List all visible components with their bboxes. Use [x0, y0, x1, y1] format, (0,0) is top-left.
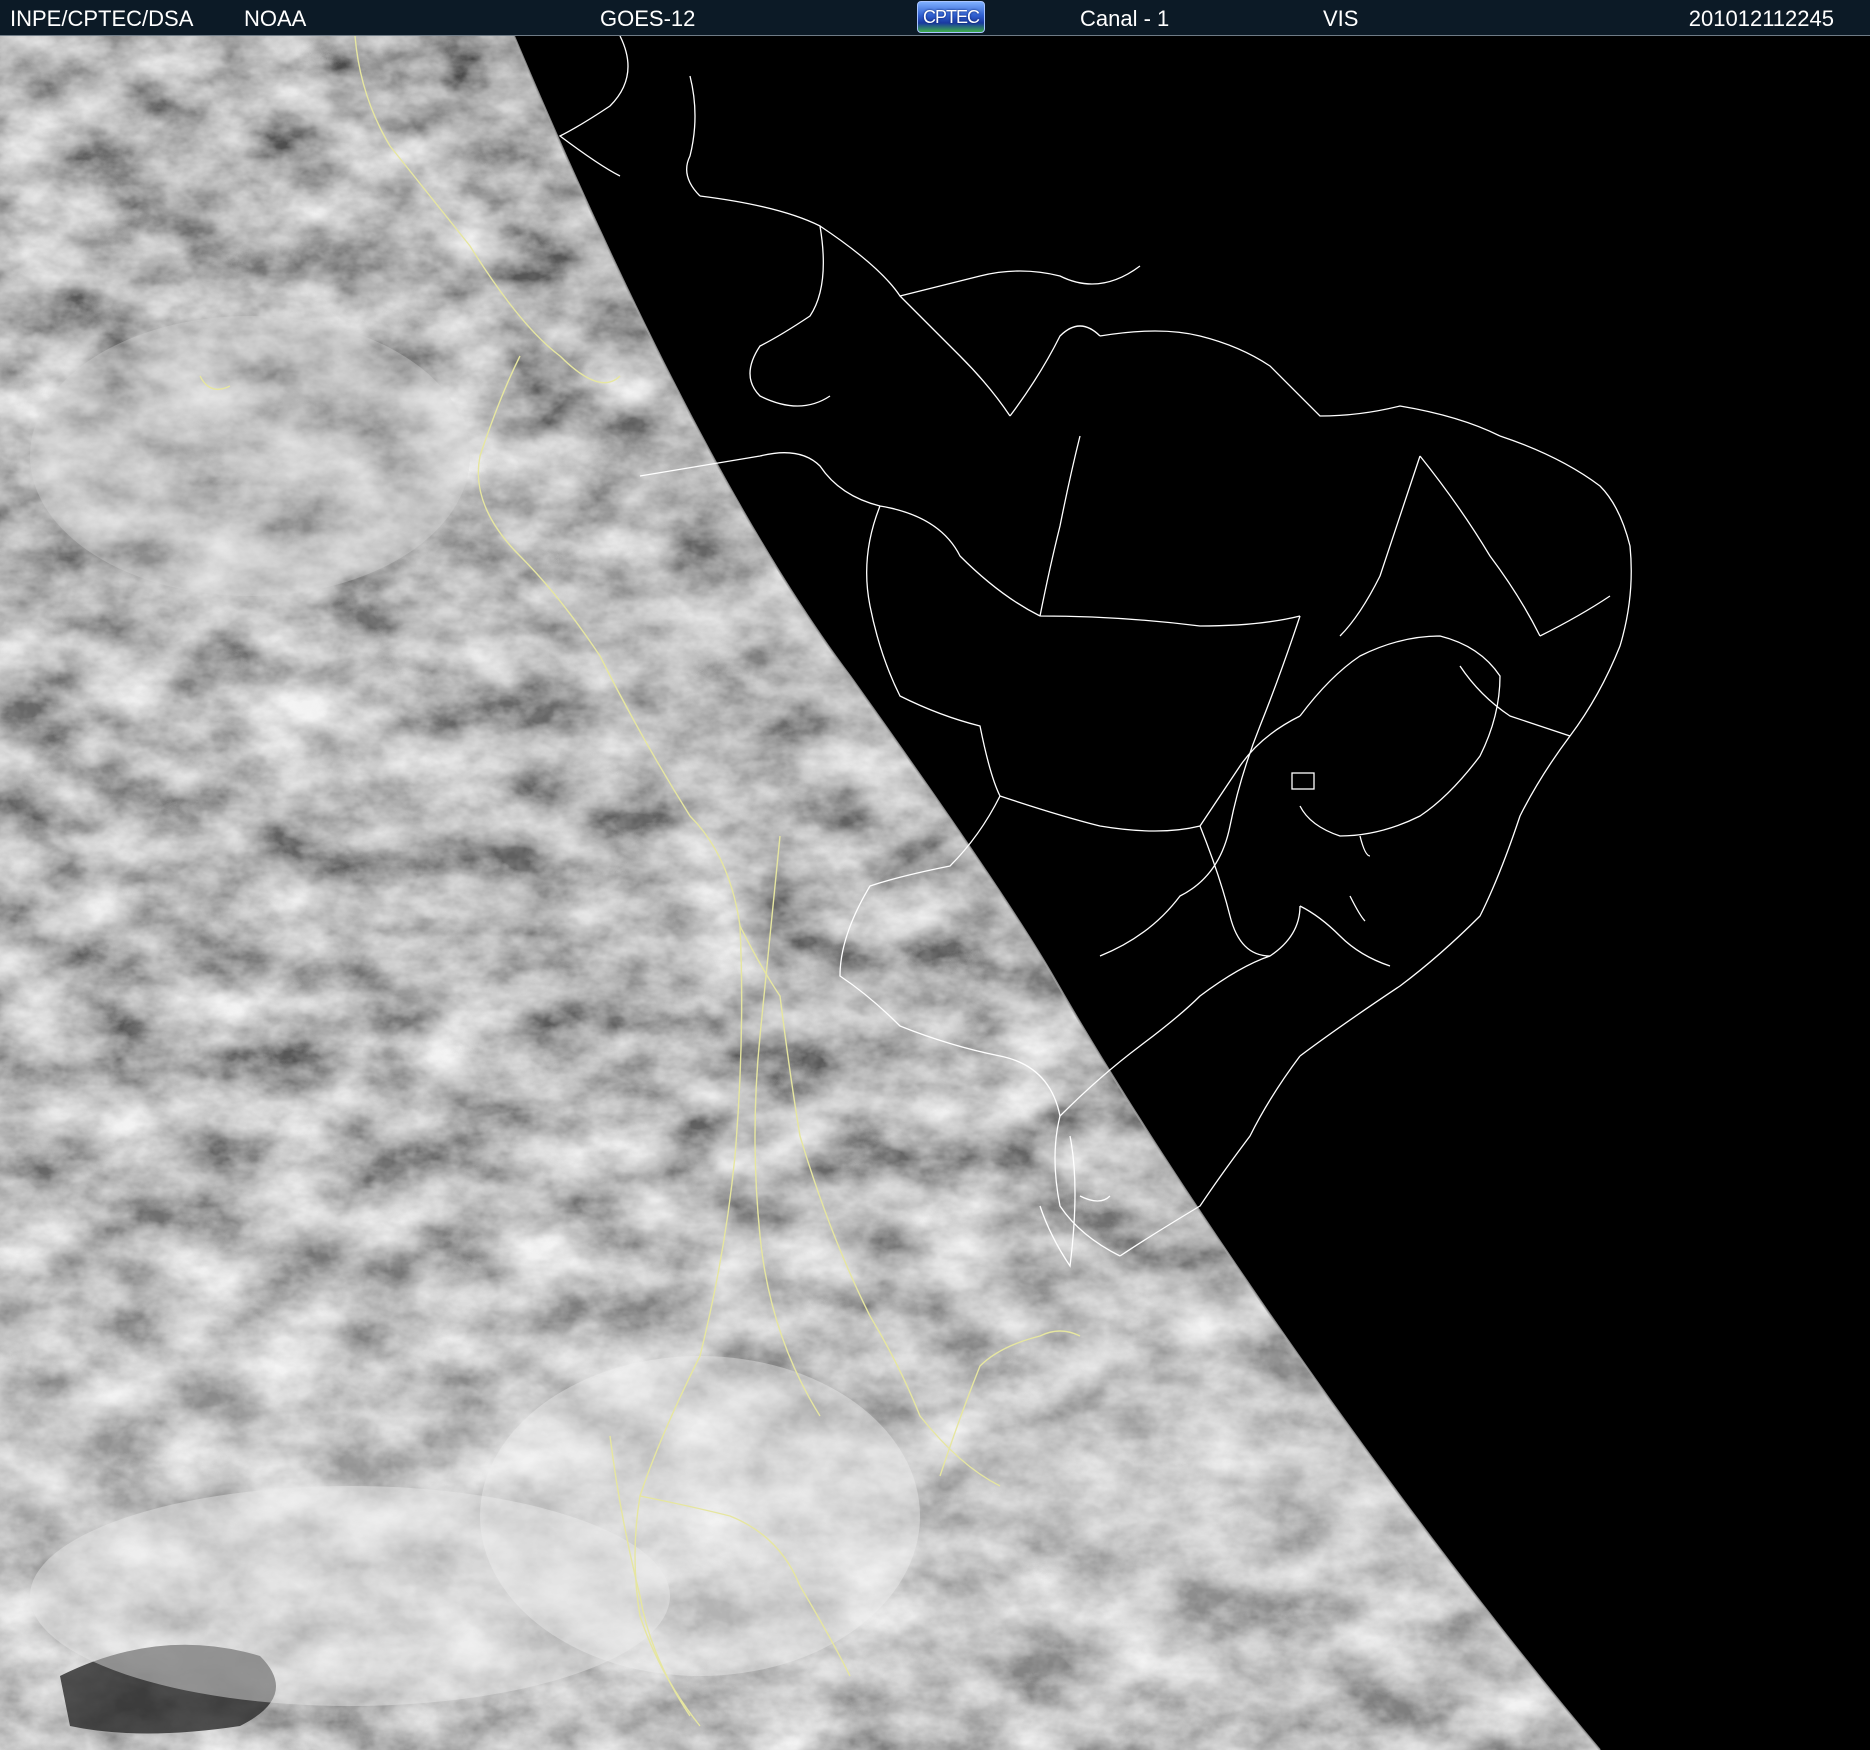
- channel-label: Canal - 1: [1080, 6, 1170, 31]
- satellite-image: [0, 36, 1870, 1750]
- image-header-bar: INPE/CPTEC/DSA NOAA GOES-12 CPTEC Canal …: [0, 0, 1870, 36]
- cptec-logo-icon: CPTEC: [917, 1, 985, 33]
- band-label: VIS: [1323, 6, 1359, 31]
- satellite-image-svg: [0, 36, 1870, 1750]
- timestamp-label: 201012112245: [1688, 6, 1834, 31]
- logo-text: CPTEC: [922, 7, 980, 27]
- agency-label: INPE/CPTEC/DSA: [10, 6, 194, 31]
- data-source-label: NOAA: [244, 6, 307, 31]
- satellite-label: GOES-12: [600, 6, 696, 31]
